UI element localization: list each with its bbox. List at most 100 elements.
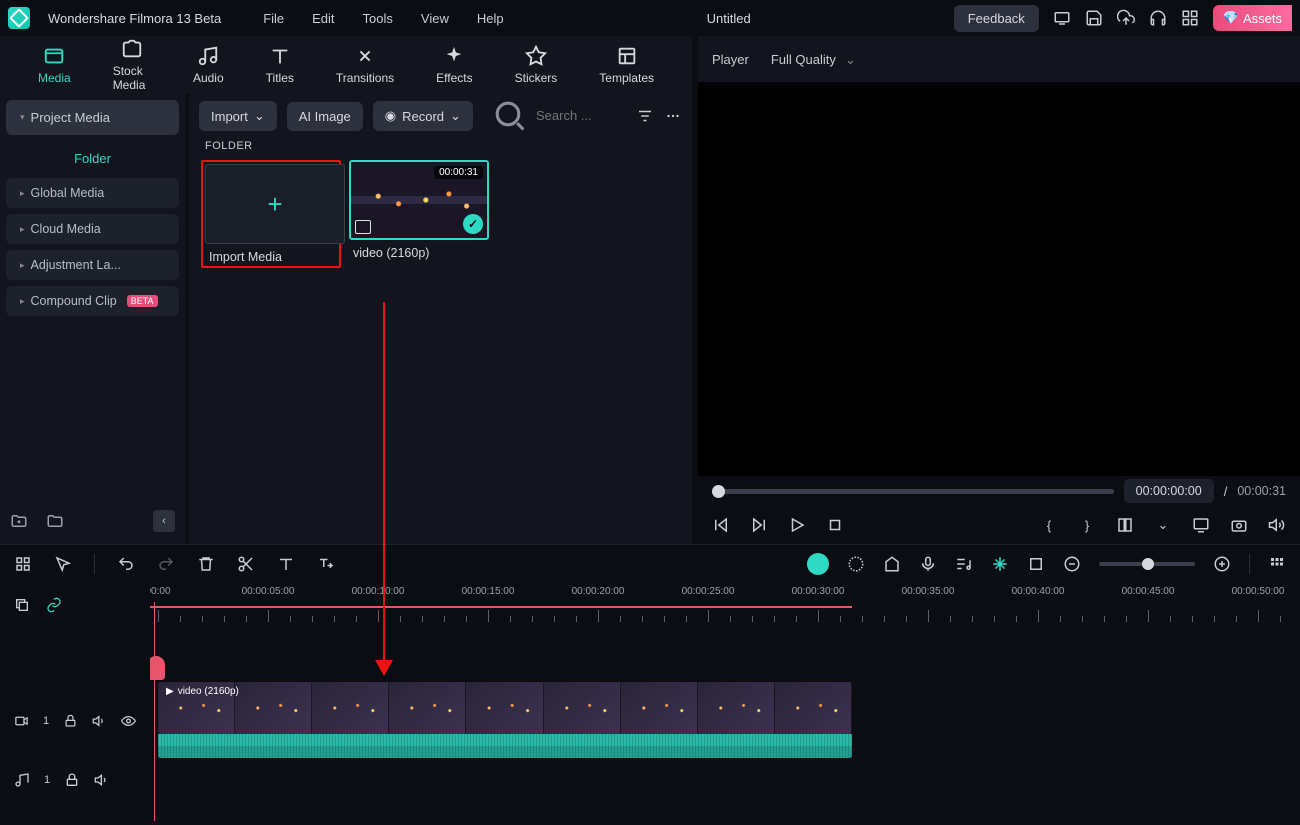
- redo-icon[interactable]: [157, 555, 175, 573]
- playhead-handle[interactable]: [150, 656, 165, 680]
- split-icon[interactable]: [237, 555, 255, 573]
- display-icon[interactable]: [1192, 516, 1210, 534]
- import-media-card[interactable]: + Import Media: [201, 160, 341, 268]
- undo-icon[interactable]: [117, 555, 135, 573]
- player-scrubber[interactable]: [712, 489, 1114, 494]
- play-reverse-icon[interactable]: [750, 516, 768, 534]
- device-icon[interactable]: [1053, 9, 1071, 27]
- lock-icon[interactable]: [64, 772, 80, 788]
- sidebar-item-adjustment-layer[interactable]: ▸Adjustment La...: [6, 250, 179, 280]
- cursor-icon[interactable]: [54, 555, 72, 573]
- sidebar-folder-link[interactable]: Folder: [6, 141, 179, 178]
- tab-media[interactable]: Media: [38, 45, 71, 85]
- zoom-in-icon[interactable]: [1213, 555, 1231, 573]
- player-viewport[interactable]: [698, 82, 1300, 476]
- menu-edit[interactable]: Edit: [312, 11, 334, 26]
- layout-icon[interactable]: [1116, 516, 1134, 534]
- menu-file[interactable]: File: [263, 11, 284, 26]
- app-title: Wondershare Filmora 13 Beta: [48, 11, 221, 26]
- tab-stock-media[interactable]: Stock Media: [113, 38, 151, 92]
- crop-icon[interactable]: [1027, 555, 1045, 573]
- tab-effects[interactable]: Effects: [436, 45, 472, 85]
- link-icon[interactable]: [46, 597, 62, 613]
- tab-audio[interactable]: Audio: [193, 45, 224, 85]
- video-clip-on-timeline[interactable]: [158, 682, 852, 734]
- mic-icon[interactable]: [919, 555, 937, 573]
- record-button[interactable]: ◉ Record ⌄: [373, 101, 473, 131]
- grid-icon[interactable]: [14, 555, 32, 573]
- snapshot-icon[interactable]: [1230, 516, 1248, 534]
- collapse-sidebar-button[interactable]: ‹: [153, 510, 175, 532]
- lock-icon[interactable]: [63, 713, 78, 729]
- quality-dropdown[interactable]: Full Quality: [767, 48, 860, 71]
- feedback-button[interactable]: Feedback: [954, 5, 1039, 32]
- chevron-right-icon: ▸: [20, 224, 25, 235]
- menu-view[interactable]: View: [421, 11, 449, 26]
- cloud-upload-icon[interactable]: [1117, 9, 1135, 27]
- current-time: 00:00:00:00: [1124, 479, 1214, 503]
- folder-heading: FOLDER: [189, 138, 692, 160]
- time-separator: /: [1224, 484, 1228, 499]
- app-logo-icon: [8, 7, 30, 29]
- timeline-ruler[interactable]: 00:0000:00:05:0000:00:10:0000:00:15:0000…: [150, 582, 1300, 628]
- assets-button[interactable]: 💎 Assets: [1213, 5, 1292, 31]
- grid-view-icon[interactable]: [1268, 555, 1286, 573]
- text-swap-icon[interactable]: [317, 555, 335, 573]
- speed-icon[interactable]: [847, 555, 865, 573]
- timeline-canvas[interactable]: 00:0000:00:05:0000:00:10:0000:00:15:0000…: [150, 582, 1300, 821]
- chevron-right-icon: ▸: [20, 260, 25, 271]
- save-icon[interactable]: [1085, 9, 1103, 27]
- sidebar-item-global-media[interactable]: ▸Global Media: [6, 178, 179, 208]
- timeline-clip-label: ▶ video (2160p): [166, 686, 239, 697]
- zoom-slider[interactable]: [1099, 562, 1195, 566]
- text-icon[interactable]: [277, 555, 295, 573]
- category-tabs: Media Stock Media Audio Titles Transitio…: [0, 36, 692, 94]
- headphones-icon[interactable]: [1149, 9, 1167, 27]
- import-button[interactable]: Import ⌄: [199, 101, 277, 131]
- video-clip-card[interactable]: 00:00:31 ✓ video (2160p): [349, 160, 489, 268]
- stickers-icon: [525, 45, 547, 67]
- menu-tools[interactable]: Tools: [363, 11, 393, 26]
- eye-icon[interactable]: [121, 713, 136, 729]
- search-input[interactable]: [536, 108, 626, 123]
- menu-help[interactable]: Help: [477, 11, 504, 26]
- mute-icon[interactable]: [92, 713, 107, 729]
- apps-icon[interactable]: [1181, 9, 1199, 27]
- media-sidebar: ▾Project Media Folder ▸Global Media ▸Clo…: [0, 94, 185, 544]
- enhance-icon[interactable]: [991, 555, 1009, 573]
- audio-waveform[interactable]: [158, 734, 852, 758]
- tab-transitions[interactable]: Transitions: [336, 45, 394, 85]
- video-track-header[interactable]: 1: [0, 682, 150, 760]
- filter-icon[interactable]: [636, 107, 654, 125]
- marker-icon[interactable]: [883, 555, 901, 573]
- tab-stickers[interactable]: Stickers: [515, 45, 558, 85]
- video-track-icon: [14, 713, 29, 729]
- play-icon[interactable]: [788, 516, 806, 534]
- volume-icon[interactable]: [1268, 516, 1286, 534]
- delete-icon[interactable]: [197, 555, 215, 573]
- tab-templates[interactable]: Templates: [599, 45, 654, 85]
- folder-icon[interactable]: [46, 512, 64, 530]
- audio-track-header[interactable]: 1: [0, 760, 150, 800]
- scrubber-knob[interactable]: [712, 485, 725, 498]
- chevron-down-icon[interactable]: ⌄: [1154, 516, 1172, 534]
- mark-in-icon[interactable]: {: [1040, 516, 1058, 534]
- music-list-icon[interactable]: [955, 555, 973, 573]
- zoom-out-icon[interactable]: [1063, 555, 1081, 573]
- ai-image-button[interactable]: AI Image: [287, 102, 363, 131]
- sidebar-item-cloud-media[interactable]: ▸Cloud Media: [6, 214, 179, 244]
- more-icon[interactable]: [664, 107, 682, 125]
- stop-icon[interactable]: [826, 516, 844, 534]
- search-field[interactable]: [483, 97, 626, 134]
- sidebar-item-compound-clip[interactable]: ▸Compound ClipBETA: [6, 286, 179, 316]
- playhead[interactable]: [154, 602, 155, 821]
- prev-frame-icon[interactable]: [712, 516, 730, 534]
- mark-out-icon[interactable]: }: [1078, 516, 1096, 534]
- ai-avatar-icon[interactable]: [807, 553, 829, 575]
- mute-icon[interactable]: [94, 772, 110, 788]
- tab-titles[interactable]: Titles: [266, 45, 294, 85]
- sidebar-item-project-media[interactable]: ▾Project Media: [6, 100, 179, 135]
- duplicate-icon[interactable]: [14, 597, 30, 613]
- new-folder-icon[interactable]: [10, 512, 28, 530]
- check-icon: ✓: [463, 214, 483, 234]
